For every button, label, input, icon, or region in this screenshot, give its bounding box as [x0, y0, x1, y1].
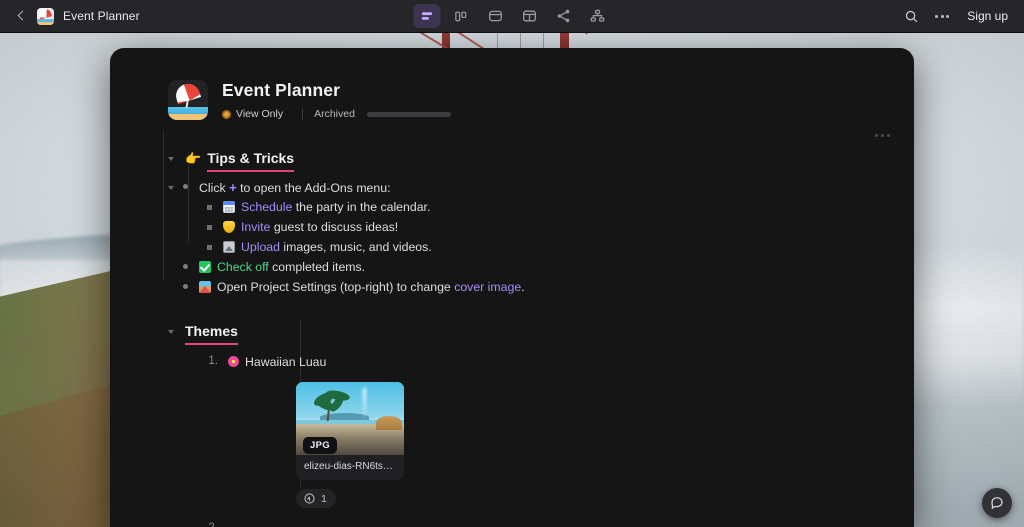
upload-rest: images, music, and videos. [279, 240, 432, 254]
permission-badge[interactable]: View Only [222, 107, 291, 121]
schedule-rest: the party in the calendar. [292, 200, 431, 214]
document-header: Event Planner View Only Archived [110, 48, 914, 121]
list-number: 2. [198, 522, 218, 527]
bullet-icon [178, 184, 192, 189]
picture-frame-icon [223, 241, 235, 253]
document-card: Event Planner View Only Archived 👉 Tips … [110, 48, 914, 527]
outline-row-themes-heading: Themes [110, 322, 914, 345]
document-meta: View Only Archived [222, 107, 451, 121]
outline-row-project-settings: Open Project Settings (top-right) to cha… [110, 278, 914, 298]
chat-bubble-icon [991, 497, 1003, 509]
meta-divider [302, 108, 304, 120]
status-badge: Archived [314, 108, 355, 120]
list-number: 1. [208, 355, 218, 367]
theme-label: Hawaiian Luau [245, 355, 327, 369]
outline-row-checkoff: Check off completed items. [110, 258, 914, 278]
permission-label: View Only [236, 108, 284, 120]
document-header-text: Event Planner View Only Archived [222, 80, 451, 121]
heading-themes: Themes [185, 322, 238, 345]
mountain-picture-icon [199, 281, 211, 293]
meta-progress-bar [366, 111, 451, 117]
settings-suffix: . [521, 280, 525, 294]
link-check-off[interactable]: Check off [217, 260, 269, 274]
checkoff-rest: completed items. [268, 260, 366, 274]
link-schedule[interactable]: Schedule [241, 200, 292, 214]
beach-umbrella-icon [37, 7, 54, 25]
sub-bullet-icon [202, 225, 216, 230]
click-suffix: to open the Add-Ons menu: [240, 181, 391, 195]
signup-button[interactable]: Sign up [963, 6, 1012, 26]
outline-row-click-addons: Click + to open the Add-Ons menu: [110, 178, 914, 198]
more-horizontal-icon[interactable] [932, 6, 952, 26]
view-table-button[interactable] [516, 4, 543, 28]
sub-bullet-icon [202, 245, 216, 250]
top-bar: Event Planner Sign up [0, 0, 1024, 33]
outline-row-schedule: Schedule the party in the calendar. [110, 198, 914, 218]
table-grid-icon [522, 10, 536, 22]
view-graph-button[interactable] [550, 4, 577, 28]
outline-row-theme-1: 1. Hawaiian Luau [110, 353, 914, 373]
view-board-button[interactable] [448, 4, 475, 28]
board-columns-icon [455, 11, 467, 21]
attachment-area: JPG elizeu-dias-RN6ts8… 1 [110, 382, 914, 510]
click-prefix: Click [199, 181, 226, 195]
calendar-icon [488, 10, 502, 22]
outline-row-upload: Upload images, music, and videos. [110, 238, 914, 258]
search-icon[interactable] [901, 6, 921, 26]
view-switcher [413, 4, 611, 28]
outline-row-invite: Invite guest to discuss ideas! [110, 218, 914, 238]
reply-count: 1 [321, 492, 327, 505]
pointing-right-hand-icon: 👉 [185, 151, 202, 166]
plus-icon: + [229, 180, 237, 195]
top-bar-right: Sign up [901, 6, 1012, 26]
heading-tips-tricks: Tips & Tricks [207, 149, 295, 172]
shield-icon [223, 221, 235, 233]
green-check-icon[interactable] [199, 261, 211, 273]
share-network-icon [557, 9, 569, 23]
settings-prefix: Open Project Settings (top-right) to cha… [217, 280, 455, 294]
bullet-icon [178, 284, 192, 289]
file-type-badge: JPG [303, 437, 337, 454]
reply-icon [304, 493, 315, 504]
view-calendar-button[interactable] [482, 4, 509, 28]
outline-row-tips-heading: 👉 Tips & Tricks [110, 149, 914, 172]
workspace-title: Event Planner [63, 9, 140, 23]
org-chart-icon [590, 9, 604, 22]
view-mindmap-button[interactable] [584, 4, 611, 28]
calendar-icon [223, 201, 235, 213]
chat-bubble-button[interactable] [982, 488, 1012, 518]
page-title: Event Planner [222, 80, 341, 100]
link-cover-image[interactable]: cover image [454, 280, 521, 294]
sub-bullet-icon [202, 205, 216, 210]
outline-content: 👉 Tips & Tricks Click + to open the Add-O… [110, 121, 914, 527]
view-doc-button[interactable] [413, 4, 441, 28]
document-lines-icon [421, 11, 433, 20]
link-upload[interactable]: Upload [241, 240, 280, 254]
top-bar-left: Event Planner [0, 7, 140, 25]
attachment-filename: elizeu-dias-RN6ts8… [304, 461, 399, 472]
bullet-icon [178, 264, 192, 269]
reply-count-pill[interactable]: 1 [296, 489, 336, 508]
outline-row-theme-2[interactable]: 2. [110, 520, 914, 527]
hibiscus-flower-icon [228, 356, 239, 367]
back-chevron-icon[interactable] [14, 9, 28, 23]
link-invite[interactable]: Invite [241, 220, 270, 234]
beach-umbrella-icon[interactable] [168, 80, 208, 120]
app-root: Event Planner Sign up Event Planner View… [0, 0, 1024, 527]
lock-dot-icon [222, 109, 231, 119]
invite-rest: guest to discuss ideas! [270, 220, 399, 234]
image-attachment-card[interactable]: JPG elizeu-dias-RN6ts8… [296, 382, 404, 480]
